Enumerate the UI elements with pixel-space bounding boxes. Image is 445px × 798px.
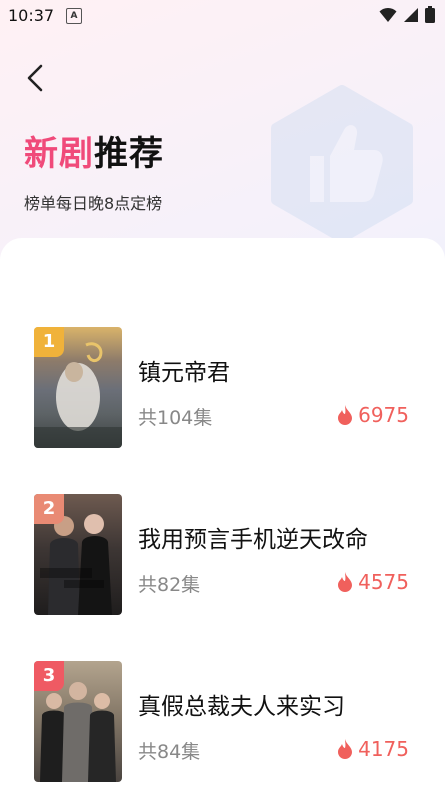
battery-icon	[425, 6, 435, 23]
title-highlight: 新剧	[24, 134, 94, 174]
list-item[interactable]: 2 我用预言手机逆天改命 共82集 4575	[0, 494, 445, 616]
thumbs-up-hexagon-icon	[271, 85, 413, 243]
back-button[interactable]	[22, 62, 50, 94]
episode-count: 共82集	[138, 574, 201, 596]
poster-image[interactable]: 2	[34, 494, 122, 615]
drama-title[interactable]: 真假总裁夫人来实习	[138, 687, 345, 721]
heat-value: 4575	[358, 570, 409, 594]
drama-title[interactable]: 我用预言手机逆天改命	[138, 520, 368, 554]
poster-image[interactable]: 3	[34, 661, 122, 782]
list-item[interactable]: 3 真假总裁夫人来实习 共84集 4175	[0, 661, 445, 783]
fire-icon	[338, 405, 353, 425]
episode-count: 共104集	[138, 407, 213, 429]
heat-value: 4175	[358, 737, 409, 761]
notification-a-icon: A	[66, 8, 82, 24]
status-time: 10:37	[8, 6, 55, 25]
heat-score: 6975	[336, 403, 409, 427]
episode-count: 共84集	[138, 741, 201, 763]
wifi-icon	[379, 7, 397, 22]
rank-badge: 2	[34, 494, 64, 524]
page-subtitle: 榜单每日晚8点定榜	[24, 194, 163, 213]
heat-score: 4575	[336, 570, 409, 594]
list-item[interactable]: 1 镇元帝君 共104集 6975	[0, 327, 445, 449]
fire-icon	[338, 572, 353, 592]
page-title: 新剧推荐	[24, 126, 164, 175]
title-rest: 推荐	[94, 134, 164, 174]
drama-title[interactable]: 镇元帝君	[138, 353, 230, 387]
status-bar: 10:37 A	[0, 0, 445, 32]
ranking-panel: 1 镇元帝君 共104集 6975 2 我用预言手机逆天改命 共82集 4575…	[0, 238, 445, 798]
fire-icon	[338, 739, 353, 759]
chevron-left-icon	[27, 64, 43, 92]
heat-value: 6975	[358, 403, 409, 427]
system-icons	[379, 6, 435, 23]
rank-badge: 3	[34, 661, 64, 691]
poster-image[interactable]: 1	[34, 327, 122, 448]
rank-badge: 1	[34, 327, 64, 357]
signal-icon	[404, 7, 418, 22]
heat-score: 4175	[336, 737, 409, 761]
